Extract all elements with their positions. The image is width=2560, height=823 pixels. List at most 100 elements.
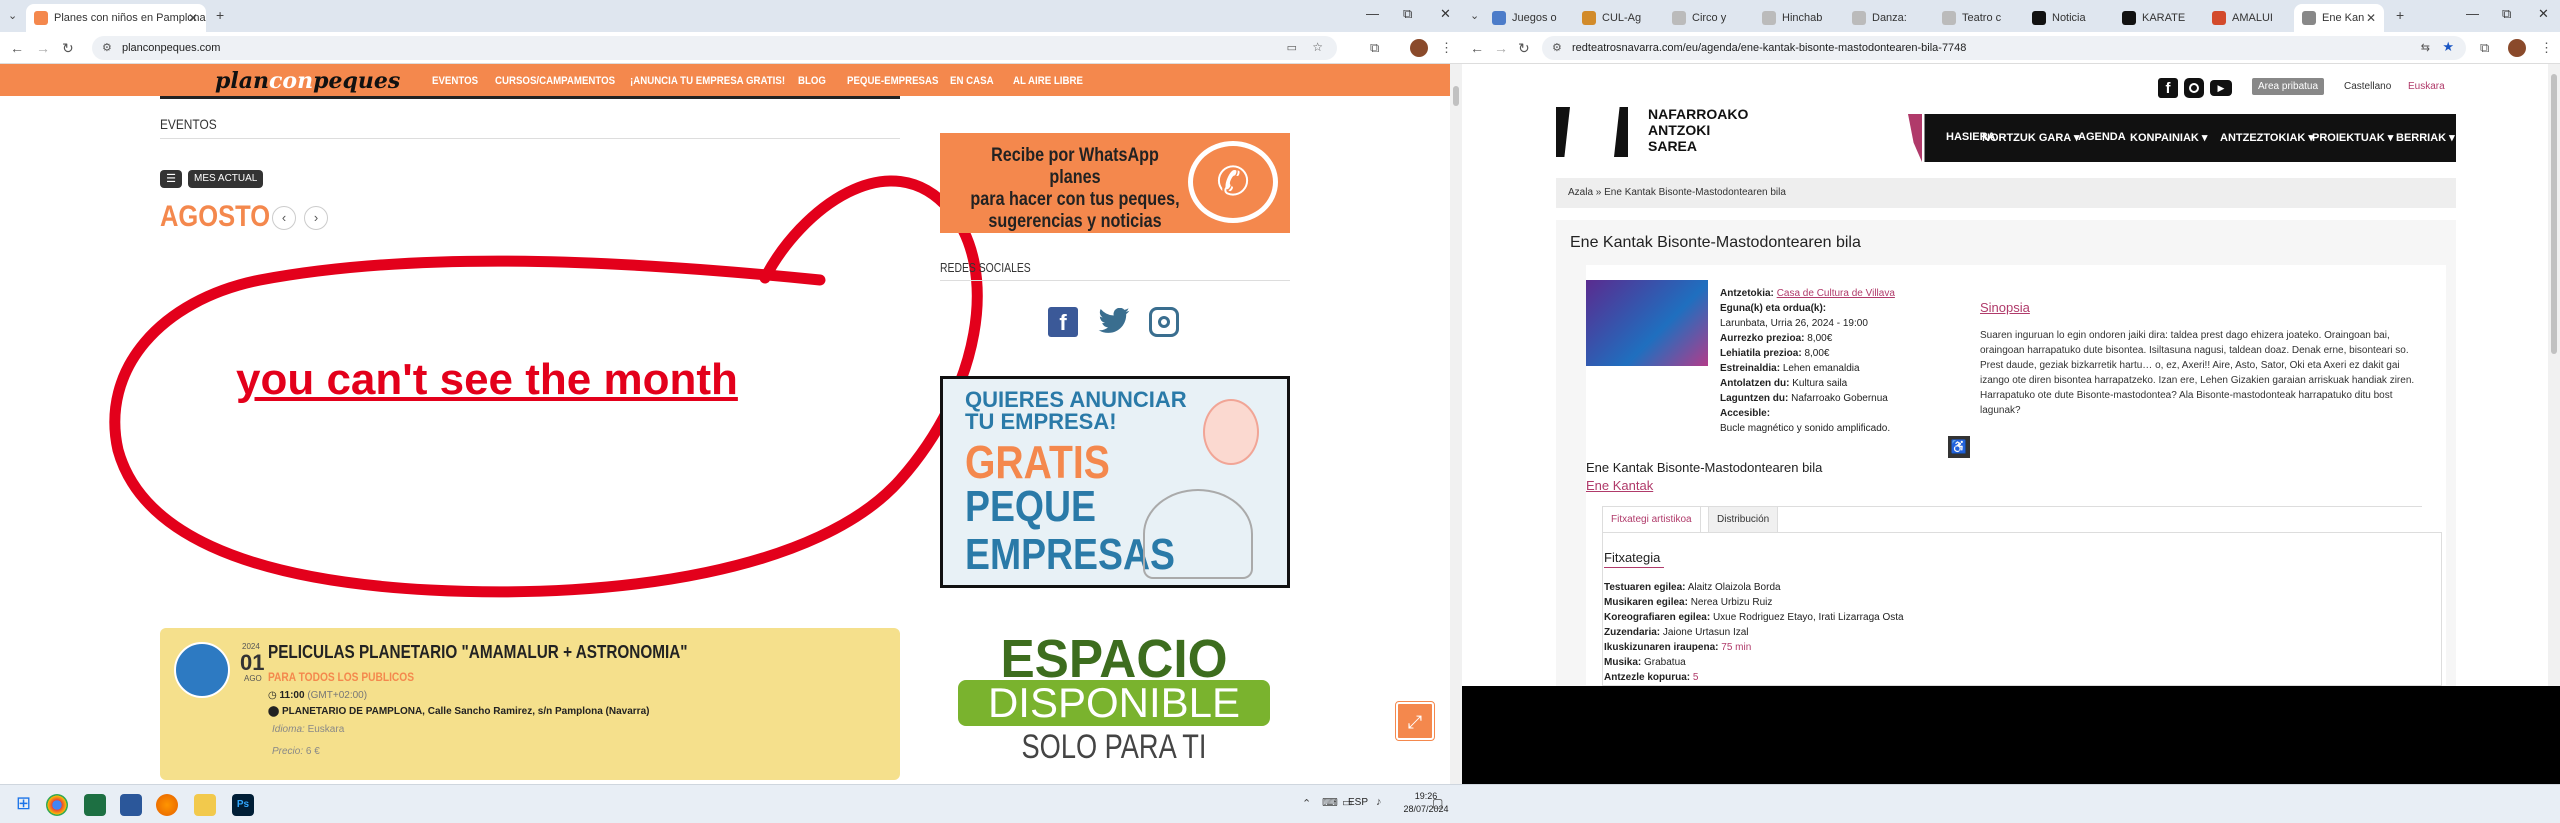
tab-distribucion[interactable]: Distribución bbox=[1708, 506, 1779, 532]
reload-icon[interactable]: ↻ bbox=[1518, 40, 1530, 57]
instagram-icon[interactable] bbox=[1149, 307, 1179, 337]
instagram-icon[interactable] bbox=[2184, 78, 2204, 98]
clock[interactable]: 19:26 28/07/2024 bbox=[1396, 790, 1456, 816]
tab-noticias[interactable]: Noticia bbox=[2024, 4, 2114, 32]
forward-arrow-icon[interactable]: → bbox=[1494, 40, 1508, 56]
tab-close-icon[interactable]: ✕ bbox=[2366, 11, 2376, 25]
minimize-button[interactable]: — bbox=[2466, 6, 2479, 21]
nav-aire-libre[interactable]: AL AIRE LIBRE bbox=[1013, 75, 1083, 87]
app-icon[interactable] bbox=[120, 794, 142, 816]
maximize-button[interactable]: ⧉ bbox=[2502, 6, 2511, 22]
left-scrollbar[interactable] bbox=[1450, 64, 1462, 784]
org-name[interactable]: NAFARROAKO ANTZOKI SAREA bbox=[1648, 106, 1748, 154]
nav-en-casa[interactable]: EN CASA bbox=[950, 75, 994, 87]
private-area-button[interactable]: Area pribatua bbox=[2252, 78, 2325, 95]
maximize-button[interactable]: ⧉ bbox=[1403, 6, 1412, 22]
lang-castellano[interactable]: Castellano bbox=[2338, 78, 2397, 95]
tab-circo[interactable]: Circo y bbox=[1664, 4, 1754, 32]
youtube-icon[interactable]: ▶ bbox=[2210, 80, 2232, 96]
tab-juegos[interactable]: Juegos o bbox=[1484, 4, 1574, 32]
tab-karate[interactable]: KARATE bbox=[2114, 4, 2204, 32]
forward-arrow-icon[interactable]: → bbox=[36, 40, 50, 56]
site-info-icon[interactable]: ⚙ bbox=[102, 41, 112, 54]
translate-icon[interactable]: ⇆ bbox=[2421, 41, 2430, 54]
nav-blog[interactable]: BLOG bbox=[798, 75, 826, 87]
extensions-icon[interactable]: ⧉ bbox=[1370, 40, 1379, 56]
file-explorer-icon[interactable] bbox=[194, 794, 216, 816]
url-input[interactable]: ⚙ redteatrosnavarra.com/eu/agenda/ene-ka… bbox=[1542, 36, 2466, 60]
tab-search-icon[interactable]: ⌄ bbox=[8, 9, 17, 22]
back-to-top-icon[interactable]: ⤢ bbox=[1395, 701, 1435, 741]
menu-proiektuak[interactable]: PROIEKTUAK ▾ bbox=[2312, 131, 2393, 144]
tab-cul-agenda[interactable]: CUL-Ag bbox=[1574, 4, 1664, 32]
right-scrollbar[interactable] bbox=[2548, 64, 2560, 686]
tab-amalur[interactable]: AMALUI bbox=[2204, 4, 2294, 32]
tab-label: Juegos o bbox=[1512, 12, 1557, 24]
site-info-icon[interactable]: ⚙ bbox=[1552, 41, 1562, 54]
facebook-icon[interactable]: f bbox=[1048, 307, 1078, 337]
left-scroll-thumb[interactable] bbox=[1453, 86, 1459, 106]
menu-kebab-icon[interactable]: ⋮ bbox=[2540, 40, 2553, 56]
excel-icon[interactable] bbox=[84, 794, 106, 816]
menu-nortzuk-gara[interactable]: NORTZUK GARA ▾ bbox=[1982, 131, 2079, 144]
photoshop-icon[interactable]: Ps bbox=[232, 794, 254, 816]
facebook-icon[interactable]: f bbox=[2158, 78, 2178, 98]
reload-icon[interactable]: ↻ bbox=[62, 40, 74, 57]
sinopsia-link[interactable]: Sinopsia bbox=[1980, 300, 2030, 315]
minimize-button[interactable]: — bbox=[1366, 6, 1379, 21]
lang-euskara[interactable]: Euskara bbox=[2402, 78, 2451, 95]
site-logo[interactable]: planconpeques bbox=[215, 68, 400, 94]
tab-hinchables[interactable]: Hinchab bbox=[1754, 4, 1844, 32]
nav-peque-empresas[interactable]: PEQUE-EMPRESAS bbox=[847, 75, 938, 87]
menu-konpainiak[interactable]: KONPAINIAK ▾ bbox=[2130, 131, 2207, 144]
back-arrow-icon[interactable]: ← bbox=[10, 40, 24, 56]
new-tab-button[interactable]: + bbox=[216, 7, 224, 23]
chrome-icon[interactable] bbox=[46, 794, 68, 816]
info-value: 8,00€ bbox=[1804, 348, 1830, 359]
tab-danza[interactable]: Danza: bbox=[1844, 4, 1934, 32]
company-link[interactable]: Ene Kantak bbox=[1586, 478, 1653, 493]
tab-ene-kantak[interactable]: Ene Kan ✕ bbox=[2294, 4, 2384, 32]
nav-eventos[interactable]: EVENTOS bbox=[432, 75, 478, 87]
menu-agenda[interactable]: AGENDA bbox=[2078, 131, 2126, 143]
new-tab-button[interactable]: + bbox=[2396, 7, 2404, 23]
url-input[interactable]: ⚙ planconpeques.com ▭ ☆ bbox=[92, 36, 1337, 60]
lang-indicator[interactable]: ESP bbox=[1348, 797, 1368, 808]
twitter-icon[interactable] bbox=[1097, 308, 1131, 336]
breadcrumb-text[interactable]: Azala » Ene Kantak Bisonte-Mastodonteare… bbox=[1568, 187, 1786, 198]
nav-anuncia[interactable]: ¡ANUNCIA TU EMPRESA GRATIS! bbox=[630, 75, 785, 87]
notifications-icon[interactable]: ▢ bbox=[1432, 796, 1443, 810]
bookmark-star-icon[interactable]: ☆ bbox=[1312, 40, 1323, 54]
sinopsia-title[interactable]: Sinopsia bbox=[1980, 300, 2030, 315]
volume-icon[interactable]: ♪ bbox=[1376, 796, 1382, 808]
menu-berriak[interactable]: BERRIAK ▾ bbox=[2396, 131, 2455, 144]
space-ad-highlight[interactable]: DISPONIBLE bbox=[958, 680, 1270, 726]
menu-kebab-icon[interactable]: ⋮ bbox=[1440, 40, 1453, 56]
right-scroll-thumb[interactable] bbox=[2551, 74, 2557, 354]
tab-close-icon[interactable]: ✕ bbox=[188, 11, 198, 25]
tray-chevron-icon[interactable]: ⌃ bbox=[1302, 797, 1311, 810]
event-card[interactable]: 2024 01 AGO PELICULAS PLANETARIO "AMAMAL… bbox=[160, 628, 900, 780]
event-title[interactable]: PELICULAS PLANETARIO "AMAMALUR + ASTRONO… bbox=[268, 642, 688, 663]
firefox-icon[interactable] bbox=[156, 794, 178, 816]
nav-cursos[interactable]: CURSOS/CAMPAMENTOS bbox=[495, 75, 615, 87]
tab-fitxategi-artistikoa[interactable]: Fitxategi artistikoa bbox=[1602, 506, 1701, 532]
back-arrow-icon[interactable]: ← bbox=[1470, 40, 1484, 56]
bookmark-star-icon[interactable]: ★ bbox=[2442, 39, 2454, 55]
promo-banner[interactable]: QUIERES ANUNCIAR TU EMPRESA! GRATIS PEQU… bbox=[940, 376, 1290, 588]
tab-teatro[interactable]: Teatro c bbox=[1934, 4, 2024, 32]
close-window-button[interactable]: ✕ bbox=[1440, 6, 1451, 22]
start-windows-icon[interactable]: ⊞ bbox=[16, 793, 31, 814]
install-icon[interactable]: ▭ bbox=[1287, 41, 1297, 54]
menu-antzeztokiak[interactable]: ANTZEZTOKIAK ▾ bbox=[2220, 131, 2314, 144]
event-poster-image[interactable] bbox=[1586, 280, 1708, 366]
venue-link[interactable]: Casa de Cultura de Villava bbox=[1777, 288, 1895, 299]
tab-planconpeques[interactable]: Planes con niños en Pamplona ✕ bbox=[26, 4, 206, 32]
whatsapp-ad-banner[interactable]: Recibe por WhatsApp planes para hacer co… bbox=[940, 133, 1290, 233]
right-tab-search-icon[interactable]: ⌄ bbox=[1470, 9, 1479, 22]
profile-avatar[interactable] bbox=[1410, 39, 1428, 57]
close-window-button[interactable]: ✕ bbox=[2538, 6, 2549, 22]
keyboard-icon[interactable]: ⌨ bbox=[1322, 796, 1338, 809]
extensions-icon[interactable]: ⧉ bbox=[2480, 40, 2489, 56]
profile-avatar[interactable] bbox=[2508, 39, 2526, 57]
